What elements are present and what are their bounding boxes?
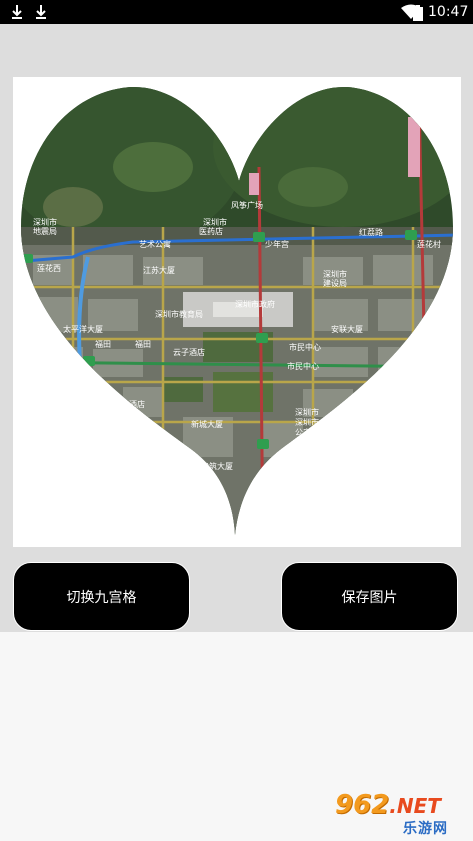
map-label-shenyinshan: 深圳市 [323,269,347,279]
map-label-zhengfu: 深圳市政府 [235,299,275,309]
map-label-futian-1: 福田 [95,340,111,349]
status-bar: 10:47 [0,0,473,24]
map-label-anlian: 安联大厦 [331,324,363,334]
battery-icon [413,5,423,21]
map-label-shimao: 世茂酒店 [113,399,145,409]
map-label-dizhen: 地震局 [33,226,57,236]
map-label-lianhuacun: 莲花村 [417,239,441,249]
map-label-jianyuan: 建筑大厦 [201,461,233,471]
heart-map-image: 风筝广场 深圳市 地震局 深圳市 医药店 少年宫 红荔路 莲花村 莲花西 艺术公… [21,86,453,536]
status-time: 10:47 [428,4,469,20]
map-label-shiminzhongxin-2: 市民中心 [287,361,319,371]
download-icon [12,5,22,19]
map-label-shenzhenshi-1: 深圳市 [33,217,57,227]
map-label-shenzhenshi-2: 深圳市 [295,407,319,417]
map-label-lianhuaxi: 莲花西 [37,263,61,273]
watermark-logo: 962.NET 乐游网 [335,790,471,840]
map-label-yiwen: 艺术公寓 [139,239,171,249]
map-label-shaoniangong: 少年宫 [265,239,289,249]
map-label-hongli: 红荔路 [359,227,383,237]
switch-nine-grid-button[interactable]: 切换九宫格 [13,562,190,631]
map-label-gongan: 公安局 [295,427,319,437]
map-label-fengzheng: 风筝广场 [231,200,263,210]
map-label-jianshe: 建设局 [323,278,347,288]
watermark-brand-number: 962 [335,790,390,820]
watermark-subtitle: 乐游网 [403,821,448,837]
map-label-xincheng: 新城大厦 [191,419,223,429]
map-label-taiping: 太平洋大厦 [63,324,103,334]
map-label-jiangsu: 江苏大厦 [143,265,175,275]
map-label-shenzhenshi-yinyue: 深圳市 [203,217,227,227]
map-label-futian-2: 福田 [135,340,151,349]
download-icon [36,5,46,19]
image-canvas: 风筝广场 深圳市 地震局 深圳市 医药店 少年宫 红荔路 莲花村 莲花西 艺术公… [13,77,461,547]
map-label-dongyuan: 深圳市 [295,417,319,427]
map-label-jiaoyuju: 深圳市教育局 [155,309,203,319]
map-label-shiminzhongxin-1: 市民中心 [289,342,321,352]
watermark-brand-net: .NET [389,794,441,818]
save-image-button[interactable]: 保存图片 [281,562,458,631]
map-label-yiyuan: 医药店 [199,226,223,236]
map-label-yunzi: 云子酒店 [173,347,205,357]
